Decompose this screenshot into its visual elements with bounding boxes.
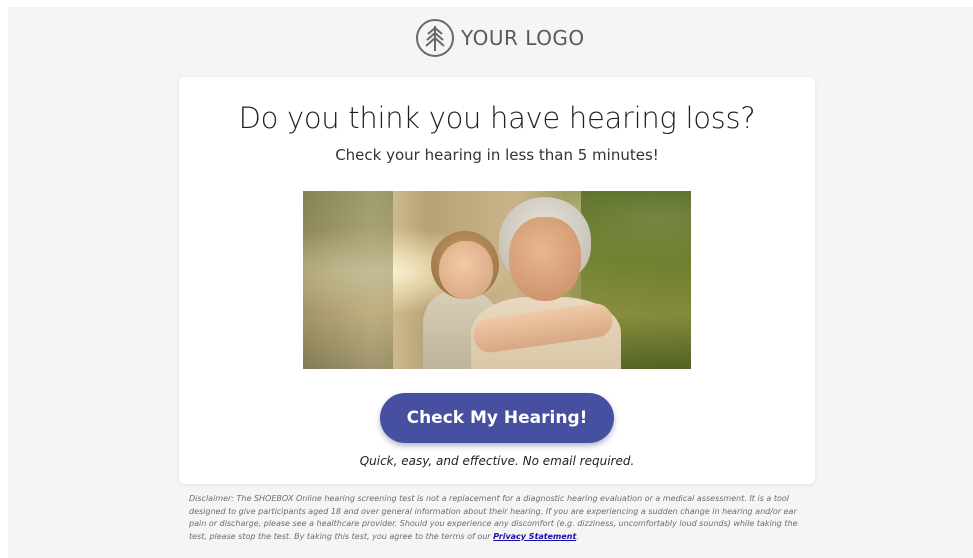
privacy-statement-link[interactable]: Privacy Statement [493,532,576,541]
tree-circle-icon [415,18,455,58]
disclaimer-suffix: . [576,531,579,541]
subtitle: Check your hearing in less than 5 minute… [335,146,659,164]
page-title: Do you think you have hearing loss? [238,101,756,135]
cta-tagline: Quick, easy, and effective. No email req… [359,454,635,468]
page-background: YOUR LOGO Do you think you have hearing … [8,7,973,558]
logo-text: YOUR LOGO [461,26,585,50]
hero-card: Do you think you have hearing loss? Chec… [179,77,815,484]
hero-photo [303,191,691,369]
logo[interactable]: YOUR LOGO [415,16,585,60]
check-my-hearing-button[interactable]: Check My Hearing! [380,393,614,443]
disclaimer: Disclaimer: The SHOEBOX Online hearing s… [189,493,811,543]
